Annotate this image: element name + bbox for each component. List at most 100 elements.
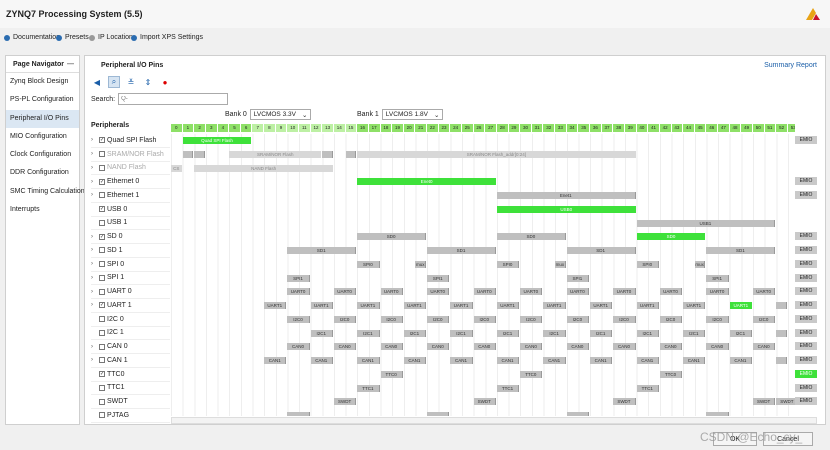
expand-icon[interactable]: › [91,165,97,171]
pin-number[interactable]: 34 [566,124,579,132]
pin-number[interactable]: 30 [520,124,532,132]
pin-number[interactable]: 21 [415,124,428,132]
nav-item[interactable]: DDR Configuration [6,164,79,182]
pin-assignment[interactable]: TTC1 [357,384,380,392]
pin-assignment[interactable]: SD0 [496,233,566,241]
emio-cell[interactable]: EMIO [795,314,817,323]
pin-number[interactable]: 23 [438,124,451,132]
expand-icon[interactable]: › [91,275,97,281]
pin-number[interactable]: 27 [485,124,497,132]
pin-number[interactable]: 44 [683,124,695,132]
pin-assignment[interactable]: I2C1 [590,329,613,337]
pin-assignment[interactable]: I2C0 [613,315,636,323]
pin-assignment[interactable]: CAN0 [473,343,496,351]
peripheral-checkbox[interactable]: ✓ [99,206,105,213]
expand-icon[interactable]: › [91,137,97,143]
peripheral-checkbox[interactable] [99,398,105,405]
pin-assignment[interactable]: I2C1 [729,329,752,337]
pin-assignment[interactable]: UART1 [590,302,613,309]
bank0-voltage-select[interactable]: LVCMOS 3.3V ⌄ [249,109,312,120]
summary-report-link[interactable]: Summary Report [764,62,817,69]
pin-assignment[interactable]: CAN1 [590,357,613,364]
peripheral-checkbox[interactable] [99,247,105,254]
pin-assignment[interactable]: SWDT [613,398,636,406]
expand-icon[interactable]: › [91,344,97,350]
nav-item[interactable]: Interrupts [6,201,79,219]
pin-number[interactable]: 36 [590,124,602,132]
peripheral-checkbox[interactable] [99,412,105,419]
pin-assignment[interactable]: UART0 [706,288,729,296]
pin-assignment[interactable]: CAN0 [753,343,776,351]
pin-assignment[interactable]: UART0 [473,288,496,296]
pin-assignment[interactable]: UART0 [287,288,310,296]
import-xps-button[interactable]: Import XPS Settings [131,34,203,41]
pin-number[interactable]: 51 [764,124,777,132]
pin-number[interactable]: 12 [310,124,323,132]
emio-cell[interactable]: EMIO [795,273,817,282]
pin-number[interactable]: 14 [333,124,346,132]
pin-number[interactable]: 32 [543,124,556,132]
pin-assignment[interactable] [776,329,787,337]
pin-assignment[interactable]: CAN1 [496,357,520,364]
presets-button[interactable]: Presets [56,34,89,41]
pin-number[interactable]: 1 [182,124,195,132]
pin-number[interactable]: 19 [392,124,404,132]
pin-assignment[interactable]: CAN1 [264,357,287,364]
pin-assignment[interactable]: I2C0 [380,315,403,323]
emio-cell[interactable]: EMIO [795,287,817,296]
peripheral-checkbox[interactable] [99,192,105,199]
pin-assignment[interactable] [182,150,194,158]
pin-assignment[interactable]: I2C1 [683,329,706,337]
pin-assignment[interactable]: I2C0 [333,315,357,323]
expand-icon[interactable]: › [91,247,97,253]
peripheral-checkbox[interactable] [99,151,105,158]
pin-assignment[interactable]: TTC0 [380,370,403,378]
pin-number[interactable]: 2 [194,124,206,132]
emio-cell[interactable]: EMIO [795,246,817,254]
pin-assignment[interactable]: UART0 [333,288,357,296]
nav-item[interactable]: MIO Configuration [6,128,79,146]
pin-number[interactable]: 43 [671,124,684,132]
nav-item[interactable]: SMC Timing Calculation [6,183,85,201]
pin-assignment[interactable]: CAN0 [427,343,450,351]
pin-assignment[interactable]: SPI1 [566,274,590,282]
pin-assignment[interactable]: mux [415,260,427,268]
expand-all-icon[interactable]: ⇕ [142,76,154,88]
search-icon[interactable]: ⌕ [108,76,120,88]
pin-assignment[interactable]: UART0 [566,288,590,296]
pin-assignment[interactable]: SD1 [566,247,636,254]
pin-number[interactable]: 26 [473,124,486,132]
pin-assignment[interactable]: I2C0 [473,315,496,323]
pin-assignment[interactable]: CAN0 [613,343,636,351]
pin-assignment[interactable]: CAN1 [403,357,427,364]
pin-number[interactable]: 25 [462,124,474,132]
peripheral-checkbox[interactable] [99,261,105,268]
pin-assignment[interactable]: I2C1 [450,329,473,337]
pin-number[interactable]: 15 [345,124,358,132]
pin-assignment[interactable]: SRAM/NOR Flash_addr[0:24] [357,150,636,158]
error-icon[interactable]: ● [159,76,171,88]
pin-assignment[interactable]: mux [555,260,566,268]
pin-assignment[interactable]: CAN1 [543,357,566,364]
pin-number[interactable]: 40 [636,124,649,132]
pin-assignment[interactable]: UART0 [427,288,450,296]
emio-cell[interactable]: EMIO [795,342,817,351]
pin-assignment[interactable]: I2C0 [706,315,729,323]
pin-number[interactable]: 53 [787,124,795,132]
pin-assignment[interactable]: CAN0 [287,343,310,351]
expand-icon[interactable]: › [91,289,97,295]
emio-cell[interactable]: EMIO [795,259,817,268]
pin-number[interactable]: 39 [624,124,637,132]
pin-assignment[interactable] [322,150,333,158]
pin-number[interactable]: 29 [508,124,521,132]
pin-assignment[interactable]: CAN1 [683,357,706,364]
pin-number[interactable]: 13 [322,124,334,132]
nav-item[interactable]: Zynq Block Design [6,73,79,91]
pin-assignment[interactable]: CAN1 [636,357,659,364]
pin-assignment[interactable]: SD1 [427,247,496,254]
pin-assignment[interactable]: I2C0 [753,315,776,323]
pin-number[interactable]: 31 [531,124,544,132]
nav-item[interactable]: PS-PL Configuration [6,91,79,109]
peripheral-checkbox[interactable]: ✓ [99,137,105,144]
expand-icon[interactable]: › [91,192,97,198]
